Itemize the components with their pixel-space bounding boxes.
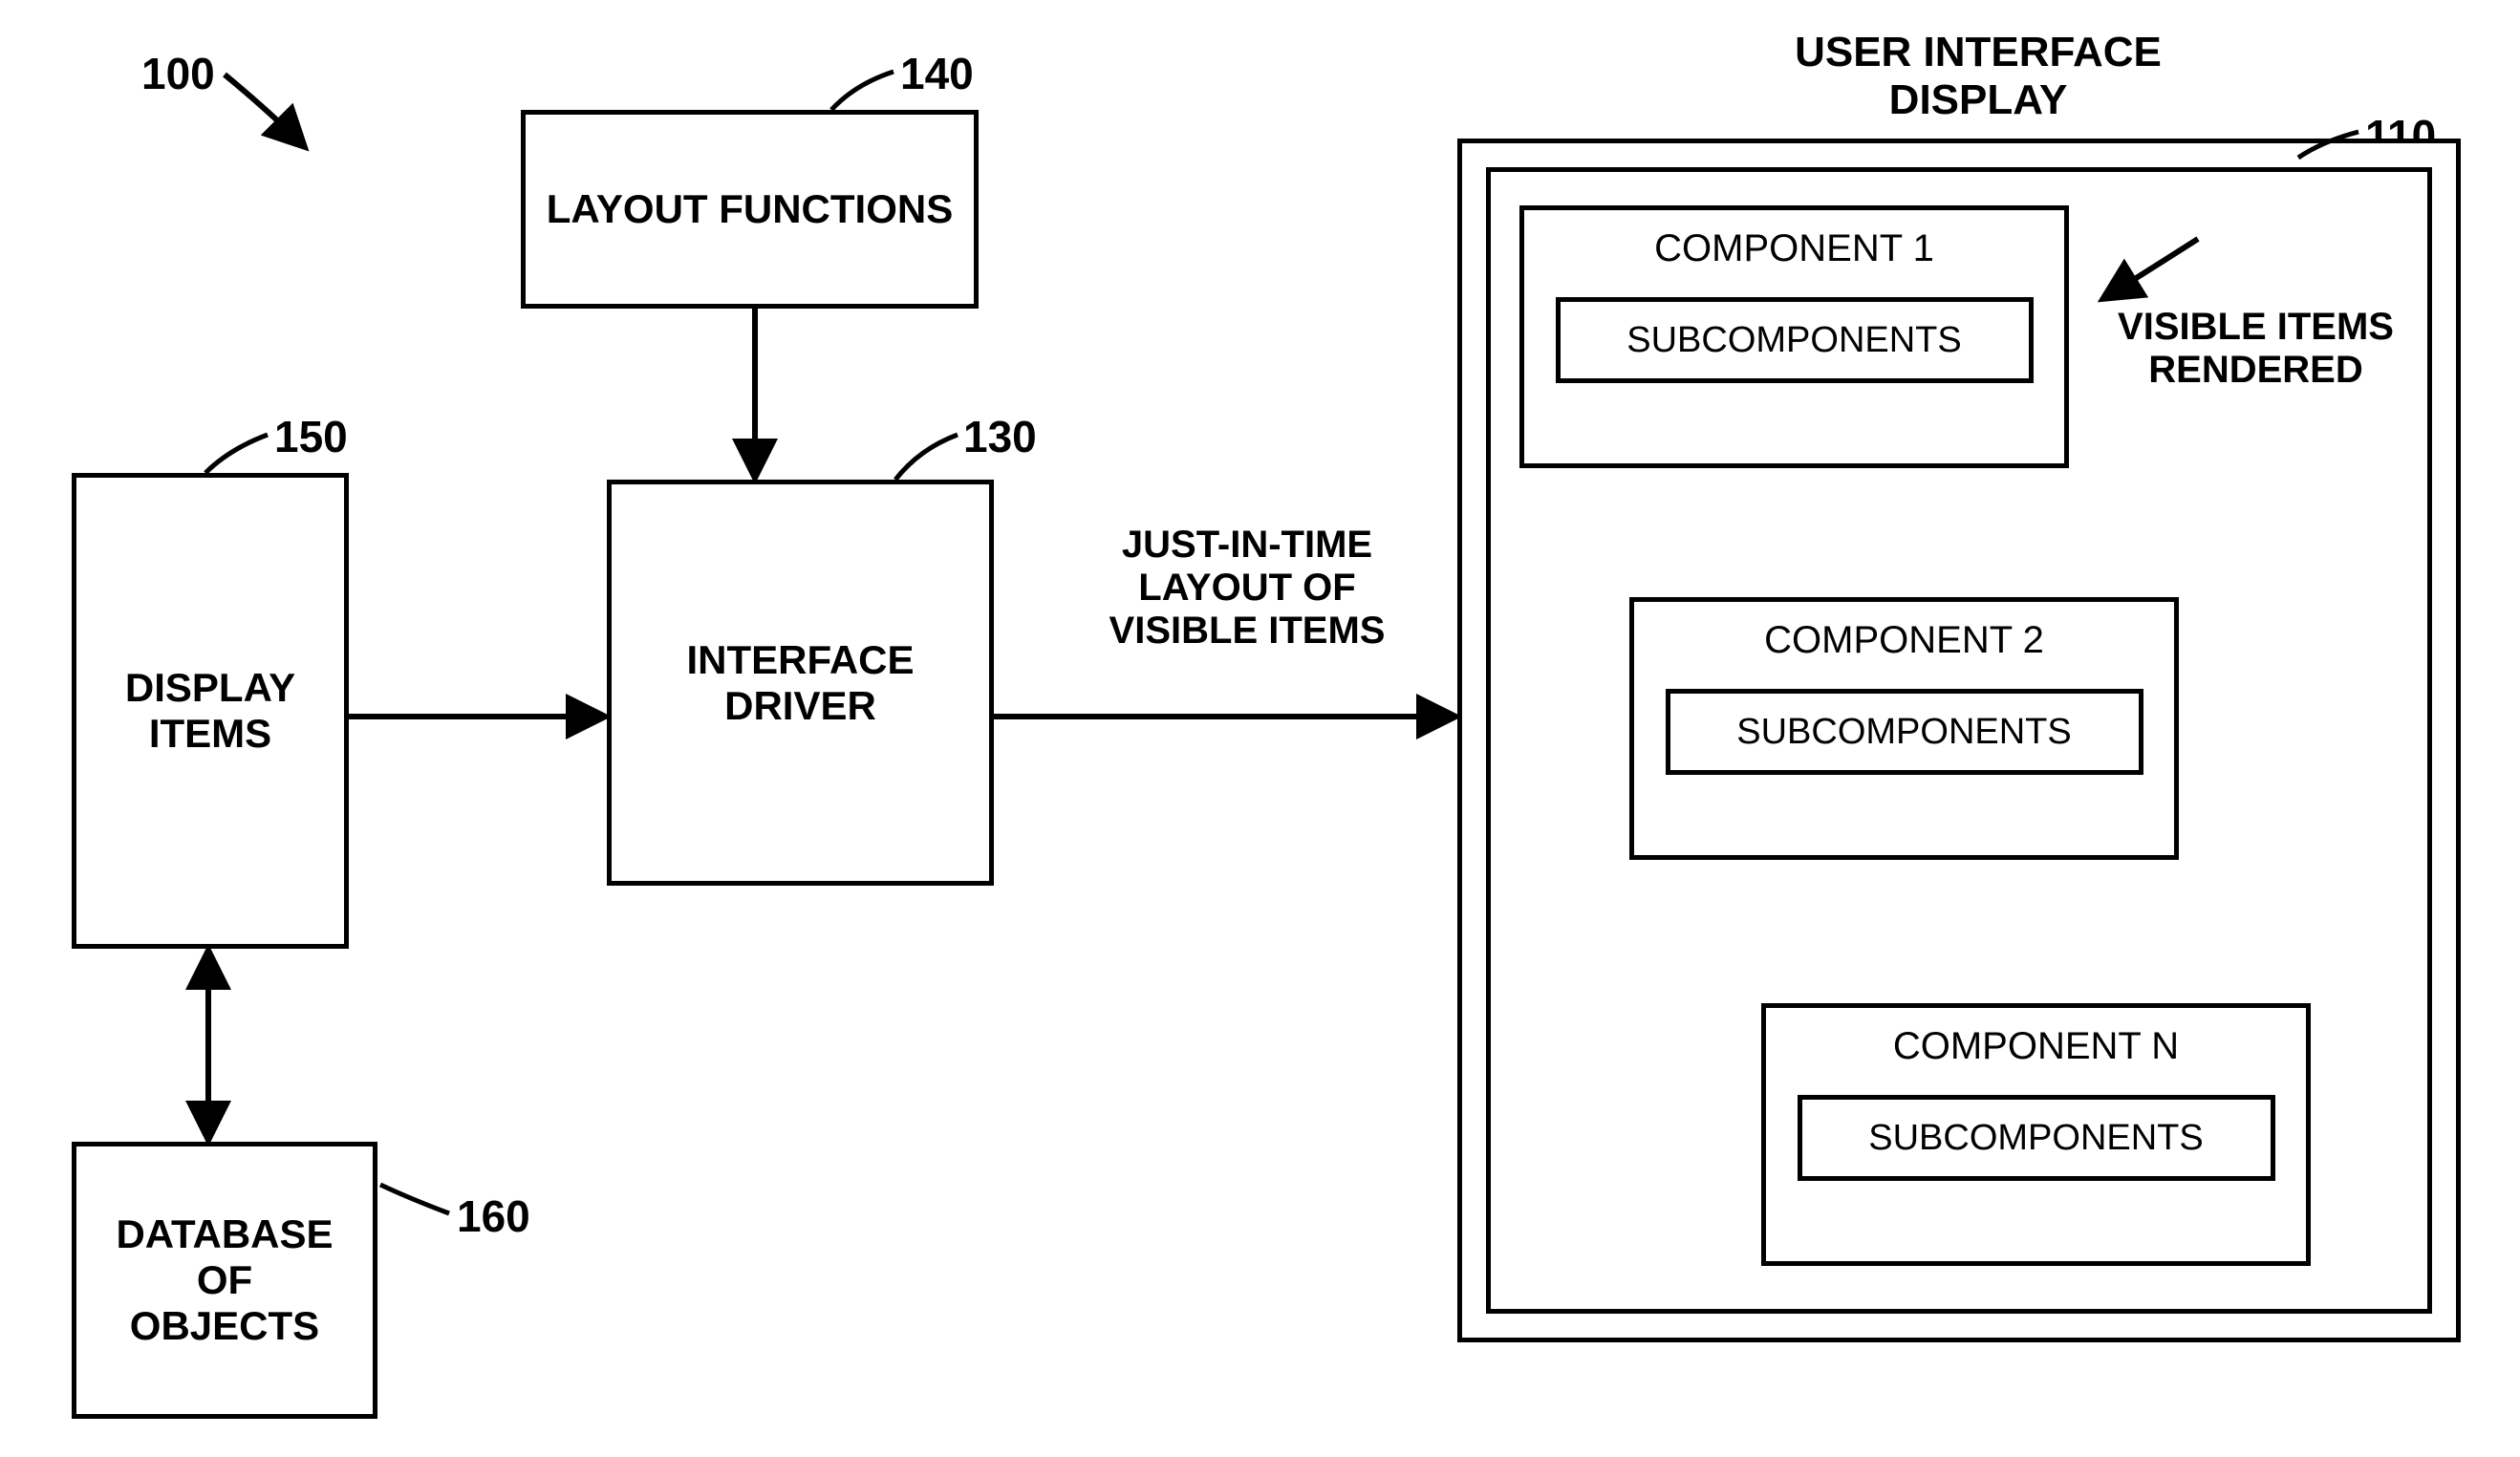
display-items-box: DISPLAY ITEMS [72,473,349,949]
component-2-sub-label: SUBCOMPONENTS [1736,712,2071,753]
component-2-box: COMPONENT 2 SUBCOMPONENTS [1629,597,2179,860]
component-1-box: COMPONENT 1 SUBCOMPONENTS [1519,205,2069,468]
arrow-label: JUST-IN-TIME LAYOUT OF VISIBLE ITEMS [1070,524,1424,653]
component-n-box: COMPONENT N SUBCOMPONENTS [1761,1003,2311,1266]
layout-functions-label: LAYOUT FUNCTIONS [547,186,953,232]
component-1-sub: SUBCOMPONENTS [1556,297,2034,383]
diagram-canvas: 100 140 150 130 160 110 120 LAYOUT FUNCT… [0,0,2520,1457]
ui-display-title: USER INTERFACE DISPLAY [1739,29,2217,124]
ref-150: 150 [274,411,348,462]
interface-driver-label: INTERFACE DRIVER [686,637,914,729]
database-label: DATABASE OF OBJECTS [116,1211,333,1349]
display-items-label: DISPLAY ITEMS [125,665,295,757]
layout-functions-box: LAYOUT FUNCTIONS [521,110,979,309]
interface-driver-box: INTERFACE DRIVER [607,480,994,886]
component-2-sub: SUBCOMPONENTS [1666,689,2143,775]
ref-130: 130 [963,411,1037,462]
component-n-sub-label: SUBCOMPONENTS [1868,1118,2203,1159]
component-n-sub: SUBCOMPONENTS [1798,1095,2275,1181]
component-n-title: COMPONENT N [1766,1025,2306,1068]
component-1-sub-label: SUBCOMPONENTS [1626,320,1961,361]
component-2-title: COMPONENT 2 [1634,619,2174,662]
ref-100: 100 [141,48,215,99]
ref-140: 140 [900,48,974,99]
ref-160: 160 [457,1190,530,1242]
database-box: DATABASE OF OBJECTS [72,1142,377,1419]
component-1-title: COMPONENT 1 [1524,227,2064,270]
rendered-label: VISIBLE ITEMS RENDERED [2096,306,2416,392]
